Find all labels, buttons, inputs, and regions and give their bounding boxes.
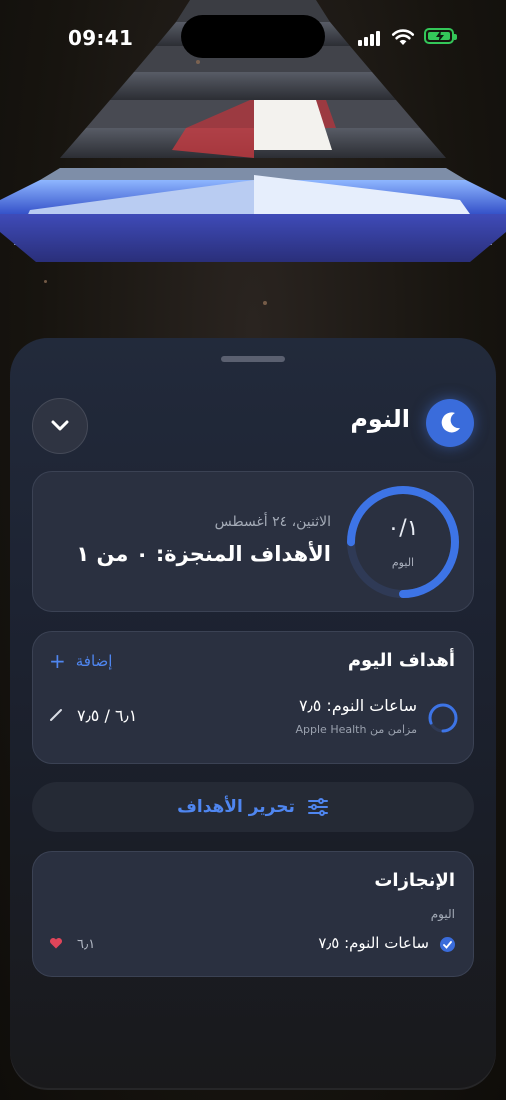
today-goals-card: أهداف اليوم إضافة + ساعات النوم: ٧٫٥ مزا… (32, 631, 474, 764)
moon-badge (426, 399, 474, 447)
add-goal-label: إضافة (75, 652, 113, 670)
pencil-icon[interactable] (49, 708, 63, 722)
goal-value: ٦٫١ / ٧٫٥ (77, 706, 138, 725)
goal-name: ساعات النوم: ٧٫٥ (298, 696, 417, 715)
achievement-value: ٦٫١ (77, 937, 96, 952)
plus-icon: + (49, 649, 66, 673)
battery-icon (424, 28, 457, 44)
signal-icon (358, 30, 380, 46)
collapse-button[interactable] (32, 398, 88, 454)
goal-progress-ring (428, 703, 458, 733)
sliders-icon (307, 798, 328, 816)
ring-label: اليوم (391, 556, 415, 569)
sleep-sheet: النوم ٠/١ اليوم الاثنين، ٢٤ أغسطس الأهدا… (10, 338, 496, 1090)
sheet-title: النوم (350, 405, 410, 433)
star-dot (263, 301, 267, 305)
star-dot (44, 280, 47, 283)
chevron-down-icon (51, 420, 69, 431)
summary-date: الاثنين، ٢٤ أغسطس (214, 514, 331, 530)
edit-goals-label: تحرير الأهداف (177, 797, 295, 817)
achievements-day: اليوم (430, 907, 455, 921)
dynamic-island (181, 15, 325, 58)
sheet-grabber[interactable] (221, 356, 285, 362)
achievements-card: الإنجازات اليوم ساعات النوم: ٧٫٥ ٦٫١ (32, 851, 474, 977)
achievement-text: ساعات النوم: ٧٫٥ (318, 934, 429, 952)
edit-goals-button[interactable]: تحرير الأهداف (32, 782, 474, 832)
heart-icon (49, 937, 63, 949)
goals-title: أهداف اليوم (347, 650, 455, 671)
check-icon (440, 937, 455, 952)
goals-achieved: الأهداف المنجزة: ٠ من ١ (76, 542, 331, 566)
ring-value: ٠/١ (387, 516, 419, 541)
achievements-title: الإنجازات (374, 870, 455, 891)
moon-icon (441, 412, 460, 433)
goal-source: مزامن من Apple Health (295, 723, 417, 736)
add-goal-button[interactable]: إضافة + (49, 649, 113, 673)
status-time: 09:41 (68, 26, 134, 50)
progress-summary-card: ٠/١ اليوم الاثنين، ٢٤ أغسطس الأهداف المن… (32, 471, 474, 612)
wifi-icon (391, 29, 415, 45)
status-bar: 09:41 (0, 0, 506, 76)
progress-ring (347, 486, 459, 598)
